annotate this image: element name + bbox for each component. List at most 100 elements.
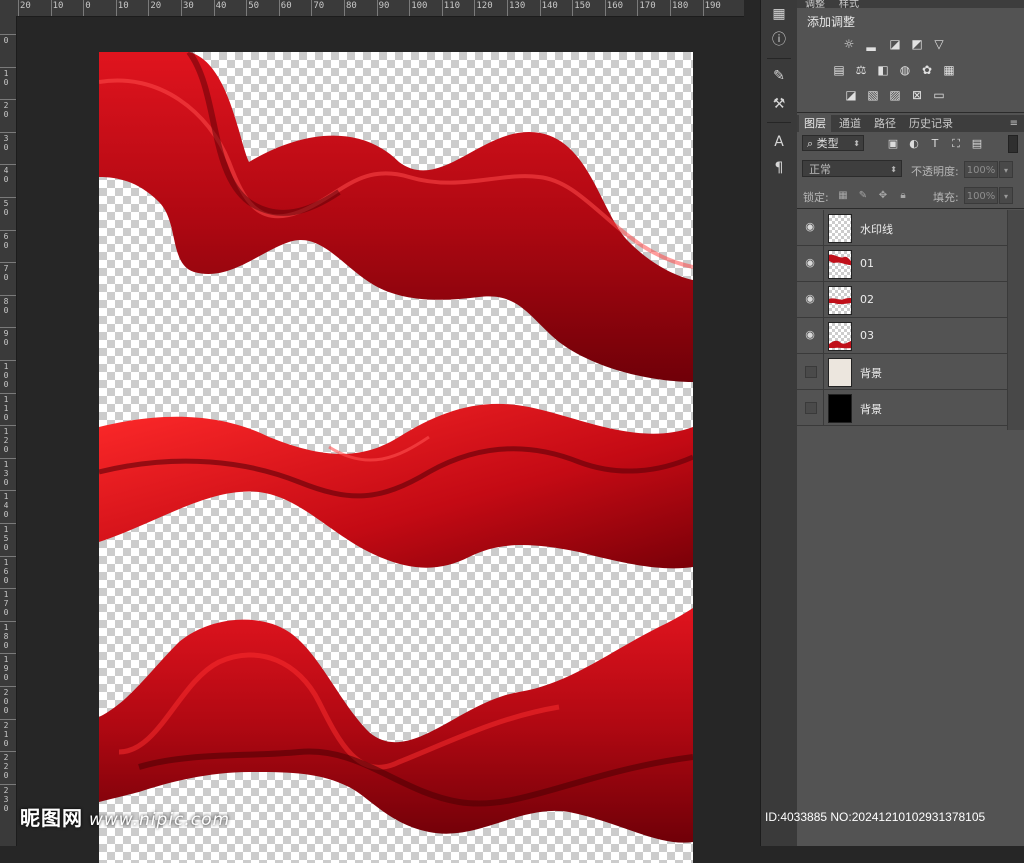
ruler-label: 60	[280, 1, 292, 11]
tool-presets-icon[interactable]: ⚒	[769, 94, 789, 114]
balance-icon[interactable]: ⚖	[853, 63, 869, 77]
tab-layers[interactable]: 图层	[799, 115, 831, 132]
ruler-tick	[670, 0, 671, 16]
layer-row[interactable]: ◉ 01	[797, 246, 1007, 282]
layer-row[interactable]: 背景	[797, 354, 1007, 390]
color-swatch-panel-icon[interactable]: ▦	[769, 4, 789, 24]
filter-adjustment-icon[interactable]: ◐	[907, 137, 921, 151]
ruler-tick	[0, 457, 16, 459]
posterize-icon[interactable]: ▧	[865, 88, 881, 102]
lock-position-icon[interactable]: ✥	[877, 190, 889, 202]
ruler-label: 160	[3, 557, 9, 585]
ruler-label: 40	[3, 166, 9, 185]
layer-filter-row: ⌕ 类型 ⬍ ▣ ◐ T ⛶ ▤	[797, 132, 1024, 156]
vertical-ruler[interactable]: 0 10 20 30 40 50 60 70 80 90 100 110 120 130 140 150 160…	[0, 16, 17, 846]
layer-filter-select[interactable]: ⌕ 类型 ⬍	[802, 135, 864, 151]
filter-toggle[interactable]	[1008, 135, 1018, 153]
bw-icon[interactable]: ◧	[875, 63, 891, 77]
document-workspace[interactable]	[17, 17, 744, 863]
search-icon: ⌕	[807, 137, 817, 150]
ruler-label: 180	[672, 1, 689, 11]
document-canvas[interactable]	[99, 52, 693, 863]
ruler-label: 150	[3, 525, 9, 552]
ruler-tick	[572, 0, 574, 16]
tab-paths[interactable]: 路径	[869, 115, 901, 132]
layer-row[interactable]: 背景	[797, 390, 1007, 426]
opacity-dropdown[interactable]: ▾	[999, 161, 1013, 178]
eye-icon[interactable]: ◉	[803, 256, 817, 270]
ruler-label: 60	[3, 231, 9, 250]
character-panel-icon[interactable]: A	[769, 132, 789, 152]
adjustments-title: 添加调整	[807, 15, 856, 29]
fill-field[interactable]: 100%	[964, 187, 998, 204]
threshold-icon[interactable]: ▨	[887, 88, 903, 102]
filter-smart-object-icon[interactable]: ▤	[970, 137, 984, 151]
brush-presets-icon[interactable]: ✎	[769, 66, 789, 86]
lock-all-icon[interactable]: 🔒︎	[897, 190, 909, 202]
visibility-toggle[interactable]	[805, 366, 817, 378]
ruler-label: 120	[3, 427, 9, 455]
ruler-tick	[0, 783, 16, 785]
layer-name: 背景	[860, 367, 882, 380]
photo-filter-icon[interactable]: ◍	[897, 63, 913, 77]
layer-name: 水印线	[860, 223, 893, 236]
ruler-tick	[0, 262, 16, 264]
ruler-label: 100	[3, 362, 9, 389]
tab-adjustments[interactable]: 调整	[805, 0, 825, 8]
eye-icon[interactable]: ◉	[803, 328, 817, 342]
filter-kind-label: 类型	[816, 137, 839, 150]
lock-row: 锁定: ▦ ✎ ✥ 🔒︎ 填充: 100% ▾	[797, 184, 1024, 209]
layer-thumbnail	[828, 358, 852, 387]
triangle-icon[interactable]: ▽	[931, 37, 947, 51]
eye-icon[interactable]: ◉	[803, 220, 817, 234]
vibrance-icon[interactable]: ▤	[831, 63, 847, 77]
ruler-label: 190	[3, 655, 9, 683]
filter-type-icon[interactable]: T	[928, 137, 942, 151]
visibility-toggle[interactable]	[805, 402, 817, 414]
levels-icon[interactable]: ▂	[863, 37, 879, 51]
eye-icon[interactable]: ◉	[803, 292, 817, 306]
ruler-label: 140	[3, 492, 9, 520]
tab-history[interactable]: 历史记录	[904, 115, 958, 132]
layer-thumbnail	[828, 214, 852, 243]
ruler-label: 100	[411, 1, 428, 11]
ruler-tick	[0, 392, 16, 394]
filter-pixel-icon[interactable]: ▣	[886, 137, 900, 151]
adjustments-tabs: 调整 样式	[797, 0, 1024, 8]
ruler-tick	[50, 0, 52, 16]
opacity-field[interactable]: 100%	[964, 161, 998, 178]
tab-channels[interactable]: 通道	[834, 115, 866, 132]
layers-scrollbar[interactable]	[1007, 210, 1024, 430]
selective-color-icon[interactable]: ⊠	[909, 88, 925, 102]
paragraph-panel-icon[interactable]: ¶	[769, 158, 789, 178]
fill-dropdown[interactable]: ▾	[999, 187, 1013, 204]
curves-icon[interactable]: ◪	[887, 37, 903, 51]
lock-paint-icon[interactable]: ✎	[857, 190, 869, 202]
tab-styles[interactable]: 样式	[839, 0, 859, 8]
ruler-tick	[0, 197, 16, 198]
ruler-tick	[376, 0, 378, 16]
exposure-icon[interactable]: ◩	[909, 37, 925, 51]
ruler-label: 130	[3, 459, 9, 487]
ruler-tick	[246, 0, 248, 16]
blend-mode-value: 正常	[809, 163, 831, 176]
layer-row[interactable]: ◉ 02	[797, 282, 1007, 318]
invert-icon[interactable]: ◪	[843, 88, 859, 102]
filter-shape-icon[interactable]: ⛶	[949, 137, 963, 151]
layer-row[interactable]: ◉ 03	[797, 318, 1007, 354]
ruler-label: 160	[606, 1, 624, 11]
lock-transparency-icon[interactable]: ▦	[837, 190, 849, 202]
horizontal-ruler[interactable]: 20 10 0 10 20 30 40 50 60 70 80 90 100 110 120 130 140 15…	[0, 0, 744, 17]
info-panel-icon[interactable]: ⓘ	[769, 30, 789, 50]
brightness-icon[interactable]: ☼	[841, 37, 857, 51]
layer-row[interactable]: ◉ 水印线	[797, 210, 1007, 246]
blend-mode-select[interactable]: 正常 ⬍	[802, 160, 902, 177]
channel-mixer-icon[interactable]: ✿	[919, 63, 935, 77]
panel-dock-strip: ▦ ⓘ ✎ ⚒ A ¶	[760, 0, 798, 846]
lookup-grid-icon[interactable]: ▦	[941, 63, 957, 77]
panel-menu-icon[interactable]: ≡	[1010, 118, 1018, 129]
ruler-label: 110	[3, 394, 9, 422]
layers-panel-tabs: 图层 通道 路径 历史记录 ≡	[797, 115, 1024, 132]
ruler-tick	[0, 686, 16, 687]
gradient-map-icon[interactable]: ▭	[931, 88, 947, 102]
